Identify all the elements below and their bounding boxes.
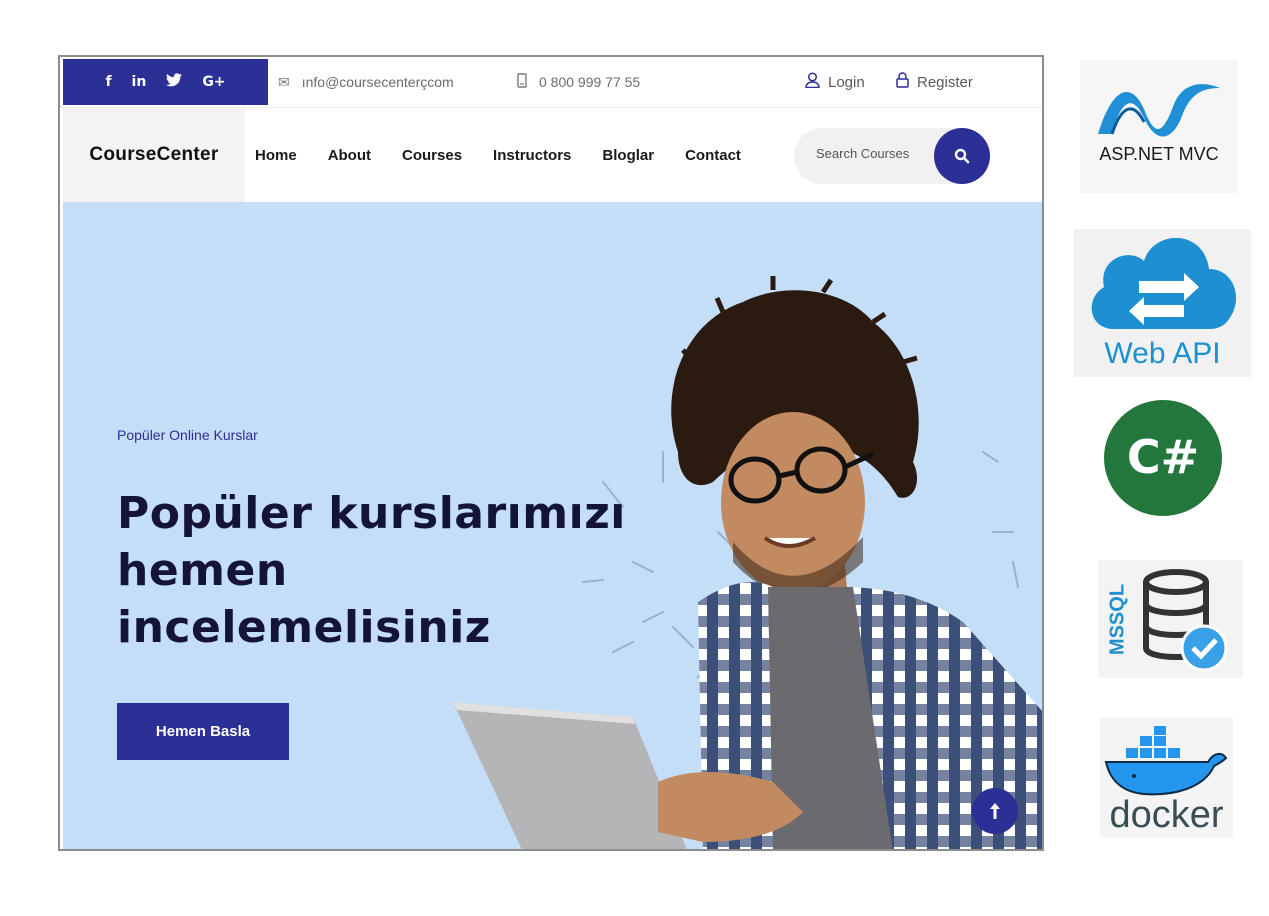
website-screenshot: f in G+ ✉ ınfo@coursecenterçcom 0 800 99… bbox=[58, 55, 1044, 851]
twitter-icon[interactable] bbox=[166, 73, 183, 91]
headline-line: Popüler kurslarımızı bbox=[117, 488, 626, 539]
phone-contact[interactable]: 0 800 999 77 55 bbox=[517, 57, 640, 107]
linkedin-icon[interactable]: in bbox=[132, 74, 147, 90]
search-box bbox=[794, 128, 990, 184]
docker-whale-icon bbox=[1104, 726, 1228, 796]
email-text: ınfo@coursecenterçcom bbox=[301, 74, 454, 90]
login-label: Login bbox=[828, 73, 865, 91]
aspnet-mvc-logo: ASP.NET MVC bbox=[1080, 60, 1238, 193]
user-icon bbox=[805, 72, 820, 92]
nav-bloglar[interactable]: Bloglar bbox=[602, 147, 654, 164]
web-api-logo: Web API bbox=[1074, 229, 1251, 377]
main-menu: Home About Courses Instructors Bloglar C… bbox=[255, 108, 741, 202]
hero-section: Popüler Online Kurslar Popüler kurslarım… bbox=[63, 202, 1042, 849]
csharp-logo: C# bbox=[1104, 400, 1222, 516]
cloud-sync-icon bbox=[1091, 237, 1237, 329]
social-links: f in G+ bbox=[63, 59, 268, 105]
top-bar: f in G+ ✉ ınfo@coursecenterçcom 0 800 99… bbox=[60, 57, 1042, 108]
get-started-button[interactable]: Hemen Basla bbox=[117, 703, 289, 760]
login-link[interactable]: Login bbox=[805, 57, 865, 107]
nav-courses[interactable]: Courses bbox=[402, 147, 462, 164]
main-navbar: CourseCenter Home About Courses Instruct… bbox=[60, 108, 1042, 202]
docker-logo: docker bbox=[1100, 718, 1233, 838]
nav-contact[interactable]: Contact bbox=[685, 147, 741, 164]
nav-about[interactable]: About bbox=[328, 147, 371, 164]
site-logo[interactable]: CourseCenter bbox=[63, 108, 245, 202]
hero-eyebrow: Popüler Online Kurslar bbox=[117, 427, 258, 443]
search-input[interactable] bbox=[814, 145, 928, 162]
envelope-icon: ✉ bbox=[278, 73, 290, 90]
nav-home[interactable]: Home bbox=[255, 147, 297, 164]
lock-icon bbox=[896, 72, 909, 92]
google-plus-icon[interactable]: G+ bbox=[202, 74, 225, 90]
phone-icon bbox=[517, 73, 527, 91]
register-link[interactable]: Register bbox=[896, 57, 973, 107]
arrow-up-icon bbox=[990, 803, 1000, 819]
search-icon bbox=[954, 148, 970, 164]
register-label: Register bbox=[917, 73, 973, 91]
search-button[interactable] bbox=[934, 128, 990, 184]
mssql-logo: MSSQL bbox=[1098, 560, 1243, 678]
docker-label: docker bbox=[1109, 794, 1224, 836]
email-contact[interactable]: ✉ ınfo@coursecenterçcom bbox=[278, 57, 454, 107]
aspnet-wave-icon bbox=[1098, 84, 1220, 137]
facebook-icon[interactable]: f bbox=[105, 74, 111, 90]
phone-text: 0 800 999 77 55 bbox=[539, 74, 641, 90]
nav-instructors[interactable]: Instructors bbox=[493, 147, 571, 164]
hero-headline: Popüler kurslarımızı hemen incelemelisin… bbox=[117, 485, 637, 656]
csharp-label: C# bbox=[1126, 430, 1200, 484]
headline-line: hemen bbox=[117, 545, 288, 596]
scroll-to-top-button[interactable] bbox=[972, 788, 1018, 834]
web-api-label: Web API bbox=[1104, 337, 1221, 370]
aspnet-label: ASP.NET MVC bbox=[1099, 144, 1219, 164]
database-check-icon bbox=[1143, 569, 1228, 672]
mssql-label: MSSQL bbox=[1106, 583, 1129, 656]
headline-line: incelemelisiniz bbox=[117, 602, 491, 653]
